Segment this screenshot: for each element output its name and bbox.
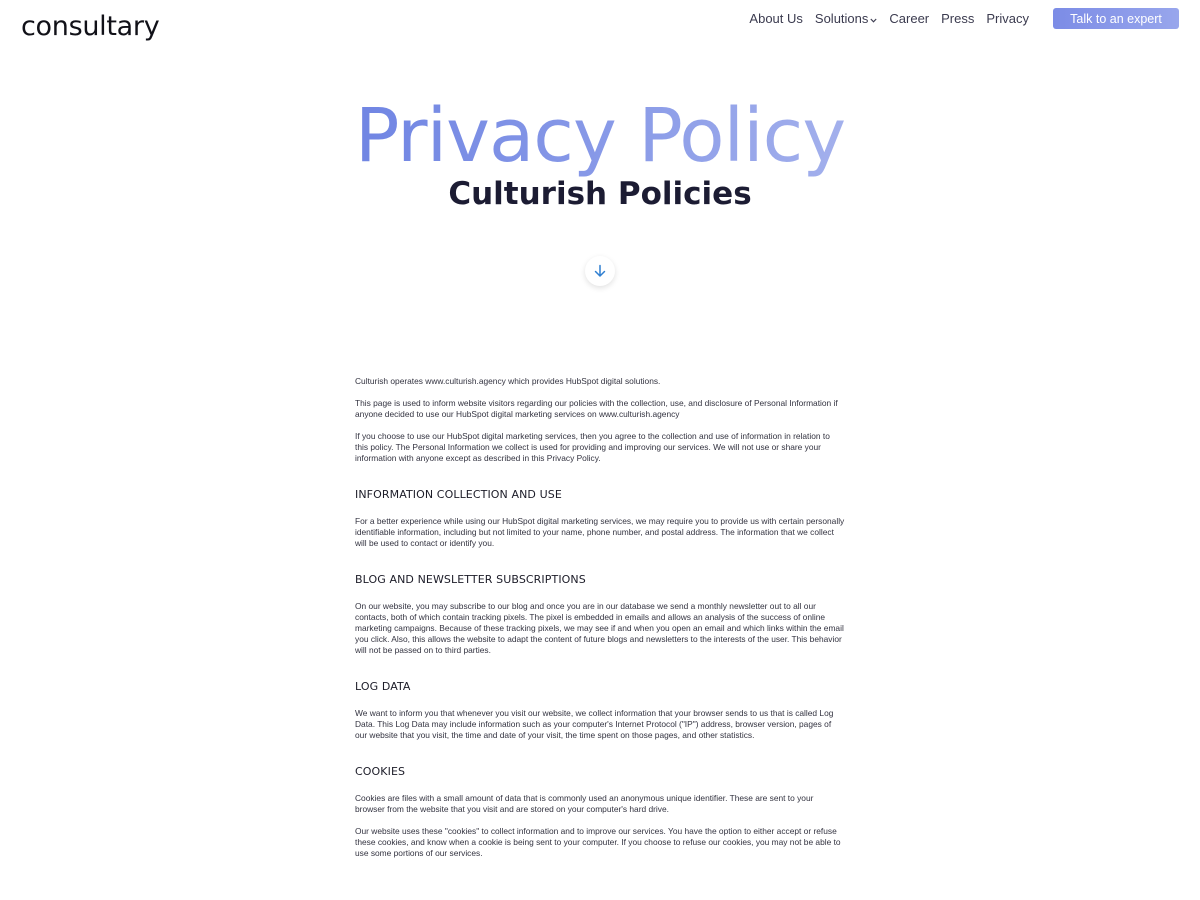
section-paragraph: For a better experience while using our … bbox=[355, 516, 845, 548]
section-paragraph: We want to inform you that whenever you … bbox=[355, 708, 834, 740]
section-heading-blog-newsletter: BLOG AND NEWSLETTER SUBSCRIPTIONS bbox=[355, 573, 586, 586]
nav-solutions-label: Solutions bbox=[814, 11, 869, 26]
section-heading-information-collection: INFORMATION COLLECTION AND USE bbox=[355, 488, 562, 501]
page-title-text: Privacy Policy bbox=[354, 93, 846, 179]
section-paragraph: On our website, you may subscribe to our… bbox=[355, 601, 844, 655]
nav-career[interactable]: Career bbox=[889, 11, 929, 26]
page-subtitle: Culturish Policies bbox=[448, 176, 752, 212]
nav-privacy[interactable]: Privacy bbox=[986, 11, 1029, 26]
page-title: Privacy Policy bbox=[0, 92, 1200, 180]
section-paragraph: Cookies are files with a small amount of… bbox=[355, 793, 814, 814]
arrow-down-icon bbox=[593, 264, 607, 278]
section-paragraph: Our website uses these "cookies" to coll… bbox=[355, 826, 841, 858]
logo[interactable]: consultary bbox=[21, 11, 160, 42]
intro-paragraph: This page is used to inform website visi… bbox=[355, 398, 838, 419]
section-heading-log-data: LOG DATA bbox=[355, 680, 411, 693]
site-header: consultary About Us Solutions Career Pre… bbox=[0, 0, 1200, 60]
intro-paragraph: If you choose to use our HubSpot digital… bbox=[355, 431, 830, 463]
section-heading-cookies: COOKIES bbox=[355, 765, 406, 778]
chevron-down-icon bbox=[870, 11, 877, 26]
intro-paragraph: Culturish operates www.culturish.agency … bbox=[355, 376, 661, 386]
nav-solutions[interactable]: Solutions bbox=[815, 11, 877, 26]
talk-to-expert-button[interactable]: Talk to an expert bbox=[1053, 8, 1179, 29]
policy-content: Culturish operates www.culturish.agency … bbox=[355, 376, 845, 870]
nav-about[interactable]: About Us bbox=[749, 11, 802, 26]
nav-press[interactable]: Press bbox=[941, 11, 974, 26]
scroll-down-button[interactable] bbox=[585, 256, 615, 286]
main-nav: About Us Solutions Career Press Privacy bbox=[749, 11, 1029, 26]
